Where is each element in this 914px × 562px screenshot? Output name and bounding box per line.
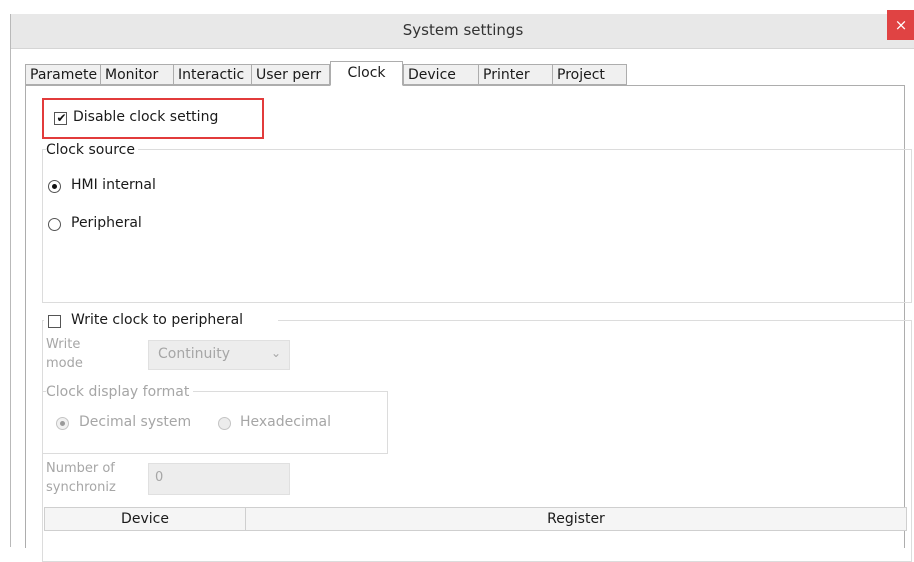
disable-clock-label: Disable clock setting	[73, 109, 219, 125]
write-mode-select[interactable]: Continuity ⌄	[148, 340, 290, 370]
hexadecimal-radio[interactable]	[218, 417, 231, 430]
disable-clock-checkbox[interactable]: ✔	[54, 111, 67, 125]
hexadecimal-label: Hexadecimal	[240, 414, 331, 430]
sync-count-label-line1: Number of	[46, 461, 115, 476]
tab-parameter[interactable]: Paramete	[25, 64, 101, 85]
tab-interaction[interactable]: Interactic	[173, 64, 252, 85]
tab-user-permission[interactable]: User perr	[251, 64, 330, 85]
write-clock-checkbox[interactable]	[48, 315, 61, 328]
chevron-down-icon: ⌄	[270, 346, 281, 360]
close-icon: ×	[894, 16, 908, 34]
clock-display-format-label: Clock display format	[46, 384, 194, 400]
sync-count-input[interactable]: 0	[148, 463, 290, 495]
close-button[interactable]: ×	[887, 10, 914, 40]
column-header-register[interactable]: Register	[246, 508, 906, 530]
clock-source-label: Clock source	[46, 142, 138, 158]
write-clock-label: Write clock to peripheral	[71, 312, 244, 328]
device-register-table-header: Device Register	[44, 507, 907, 531]
sync-count-label-line2: synchroniz	[46, 480, 116, 495]
radio-dot-icon	[52, 184, 57, 189]
tab-clock[interactable]: Clock	[330, 61, 403, 86]
clock-source-group	[42, 149, 912, 303]
tab-project[interactable]: Project	[552, 64, 627, 85]
title-bar: System settings ×	[11, 10, 914, 49]
tab-printer[interactable]: Printer	[478, 64, 553, 85]
radio-dot-icon	[60, 421, 65, 426]
decimal-system-label: Decimal system	[79, 414, 192, 430]
hmi-internal-radio[interactable]	[48, 180, 61, 193]
tab-device[interactable]: Device	[403, 64, 479, 85]
window-title: System settings	[402, 21, 524, 39]
hmi-internal-label: HMI internal	[71, 177, 156, 193]
tab-monitor[interactable]: Monitor	[100, 64, 174, 85]
write-mode-label-line2: mode	[46, 356, 83, 371]
peripheral-label: Peripheral	[71, 215, 142, 231]
decimal-system-radio[interactable]	[56, 417, 69, 430]
peripheral-radio[interactable]	[48, 218, 61, 231]
checkmark-icon: ✔	[56, 111, 67, 125]
system-settings-dialog: System settings × Paramete Monitor Inter…	[10, 10, 914, 562]
clock-panel: ✔ Disable clock setting Clock source HMI…	[25, 85, 912, 562]
write-mode-value: Continuity	[158, 346, 231, 362]
column-header-device[interactable]: Device	[45, 508, 245, 530]
write-mode-label-line1: Write	[46, 337, 81, 352]
